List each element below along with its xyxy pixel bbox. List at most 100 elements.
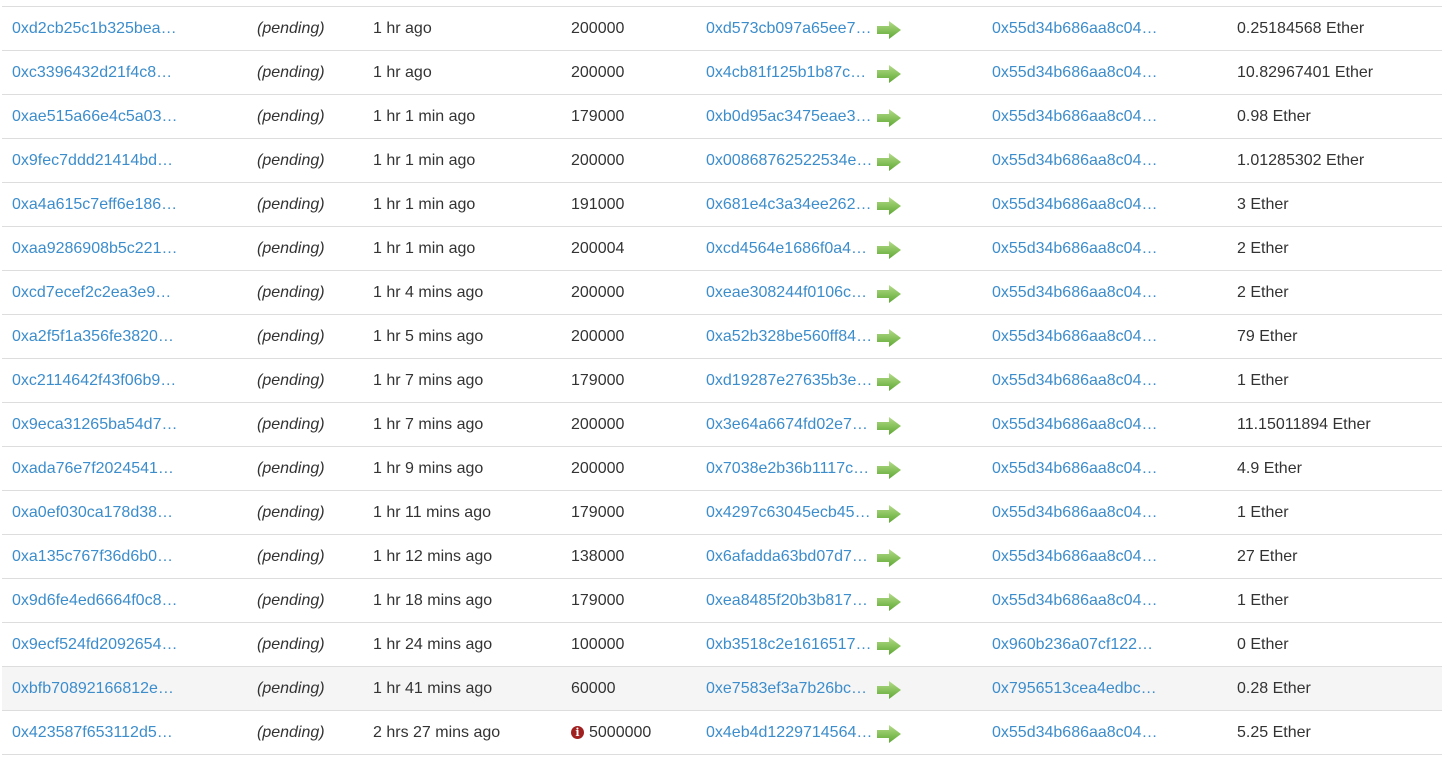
table-row: 0xbfb70892166812e… (pending) 1 hr 41 mins …: [2, 667, 1442, 711]
tx-hash-link[interactable]: 0xcd7ecef2c2ea3e9…: [12, 271, 171, 314]
tx-hash-link[interactable]: 0xa135c767f36d6b0…: [12, 535, 173, 578]
tx-age: 1 hr 12 mins ago: [373, 548, 493, 565]
tx-age: 1 hr 7 mins ago: [373, 372, 484, 389]
block-status: (pending): [257, 196, 325, 213]
gas-limit-cell: 200004: [571, 227, 624, 270]
to-address-link[interactable]: 0x55d34b686aa8c04…: [992, 535, 1157, 578]
from-address-link[interactable]: 0xa52b328be560ff84…: [706, 315, 872, 358]
to-address-link[interactable]: 0x55d34b686aa8c04…: [992, 139, 1157, 182]
arrow-right-icon: [876, 152, 902, 177]
from-address-link[interactable]: 0x6afadda63bd07d7…: [706, 535, 868, 578]
to-address-link[interactable]: 0x55d34b686aa8c04…: [992, 447, 1157, 490]
tx-hash-link[interactable]: 0xbfb70892166812e…: [12, 667, 174, 710]
to-address-link[interactable]: 0x55d34b686aa8c04…: [992, 359, 1157, 402]
to-address-link[interactable]: 0x55d34b686aa8c04…: [992, 7, 1157, 50]
to-address-link[interactable]: 0x55d34b686aa8c04…: [992, 51, 1157, 94]
tx-value: 4.9 Ether: [1237, 460, 1302, 477]
tx-value: 11.15011894 Ether: [1237, 416, 1371, 433]
tx-value: 1.01285302 Ether: [1237, 152, 1365, 169]
from-address-link[interactable]: 0x4297c63045ecb45…: [706, 491, 871, 534]
gas-limit: 179000: [571, 592, 625, 609]
table-row: 0xada76e7f2024541… (pending) 1 hr 9 mins a…: [2, 447, 1442, 491]
block-status: (pending): [257, 328, 325, 345]
table-row: 0xae515a66e4c5a03… (pending) 1 hr 1 min ag…: [2, 95, 1442, 139]
block-status: (pending): [257, 108, 325, 125]
arrow-right-icon: [876, 416, 902, 441]
tx-hash-link[interactable]: 0xc3396432d21f4c8…: [12, 51, 172, 94]
gas-limit: 200000: [571, 64, 625, 81]
arrow-right-icon: [876, 460, 902, 485]
to-address-link[interactable]: 0x55d34b686aa8c04…: [992, 579, 1157, 622]
tx-value: 0.98 Ether: [1237, 108, 1311, 125]
tx-hash-link[interactable]: 0xc2114642f43f06b9…: [12, 359, 176, 402]
from-address-link[interactable]: 0xd19287e27635b3e…: [706, 359, 872, 402]
gas-limit-cell: 138000: [571, 535, 624, 578]
warning-info-icon[interactable]: i: [571, 726, 584, 739]
from-address-link[interactable]: 0x4cb81f125b1b87c…: [706, 51, 866, 94]
table-row: 0xaa9286908b5c221… (pending) 1 hr 1 min ag…: [2, 227, 1442, 271]
tx-age: 1 hr ago: [373, 64, 432, 81]
tx-hash-link[interactable]: 0x9eca31265ba54d7…: [12, 403, 177, 446]
from-address-link[interactable]: 0x4eb4d1229714564…: [706, 711, 872, 754]
from-address-link[interactable]: 0x681e4c3a34ee262…: [706, 183, 871, 226]
to-address-link[interactable]: 0x55d34b686aa8c04…: [992, 271, 1157, 314]
tx-value: 1 Ether: [1237, 504, 1289, 521]
gas-limit: 200000: [571, 460, 625, 477]
tx-value: 1 Ether: [1237, 592, 1289, 609]
from-address-link[interactable]: 0x3e64a6674fd02e7…: [706, 403, 868, 446]
gas-limit-cell: 200000: [571, 51, 624, 94]
arrow-right-icon: [876, 724, 902, 749]
table-row: 0x423587f653112d5… (pending) 2 hrs 27 mins…: [2, 711, 1442, 755]
tx-hash-link[interactable]: 0x9d6fe4ed6664f0c8…: [12, 579, 177, 622]
block-status: (pending): [257, 20, 325, 37]
to-address-link[interactable]: 0x55d34b686aa8c04…: [992, 315, 1157, 358]
from-address-link[interactable]: 0xeae308244f0106c…: [706, 271, 867, 314]
from-address-link[interactable]: 0xd573cb097a65ee7…: [706, 7, 871, 50]
to-address-link[interactable]: 0x960b236a07cf122…: [992, 623, 1153, 666]
tx-age: 1 hr ago: [373, 20, 432, 37]
gas-limit: 179000: [571, 108, 625, 125]
arrow-right-icon: [876, 196, 902, 221]
table-row: 0xa2f5f1a356fe3820… (pending) 1 hr 5 mins …: [2, 315, 1442, 359]
tx-age: 1 hr 11 mins ago: [373, 504, 491, 521]
to-address-link[interactable]: 0x55d34b686aa8c04…: [992, 227, 1157, 270]
from-address-link[interactable]: 0xe7583ef3a7b26bc…: [706, 667, 867, 710]
tx-value: 5.25 Ether: [1237, 724, 1311, 741]
tx-hash-link[interactable]: 0x9ecf524fd2092654…: [12, 623, 177, 666]
from-address-link[interactable]: 0xea8485f20b3b817…: [706, 579, 868, 622]
block-status: (pending): [257, 372, 325, 389]
tx-hash-link[interactable]: 0xae515a66e4c5a03…: [12, 95, 177, 138]
from-address-link[interactable]: 0x00868762522534e…: [706, 139, 872, 182]
table-row: 0xc2114642f43f06b9… (pending) 1 hr 7 mins …: [2, 359, 1442, 403]
from-address-link[interactable]: 0x7038e2b36b1117c…: [706, 447, 869, 490]
tx-hash-link[interactable]: 0xd2cb25c1b325bea…: [12, 7, 177, 50]
tx-hash-link[interactable]: 0xa4a615c7eff6e186…: [12, 183, 177, 226]
to-address-link[interactable]: 0x55d34b686aa8c04…: [992, 491, 1157, 534]
from-address-link[interactable]: 0xb3518c2e1616517…: [706, 623, 871, 666]
to-address-link[interactable]: 0x55d34b686aa8c04…: [992, 403, 1157, 446]
gas-limit-cell: 200000: [571, 447, 624, 490]
to-address-link[interactable]: 0x55d34b686aa8c04…: [992, 183, 1157, 226]
tx-hash-link[interactable]: 0xada76e7f2024541…: [12, 447, 174, 490]
to-address-link[interactable]: 0x7956513cea4edbc…: [992, 667, 1157, 710]
tx-hash-link[interactable]: 0xaa9286908b5c221…: [12, 227, 177, 270]
block-status: (pending): [257, 724, 325, 741]
tx-age: 1 hr 5 mins ago: [373, 328, 484, 345]
tx-age: 1 hr 18 mins ago: [373, 592, 493, 609]
gas-limit: 179000: [571, 504, 625, 521]
gas-limit: 200000: [571, 152, 625, 169]
tx-hash-link[interactable]: 0x423587f653112d5…: [12, 711, 173, 754]
gas-limit-cell: 200000: [571, 271, 624, 314]
tx-hash-link[interactable]: 0x9fec7ddd21414bd…: [12, 139, 173, 182]
table-row: 0xa4a615c7eff6e186… (pending) 1 hr 1 min a…: [2, 183, 1442, 227]
from-address-link[interactable]: 0xb0d95ac3475eae3…: [706, 95, 871, 138]
to-address-link[interactable]: 0x55d34b686aa8c04…: [992, 711, 1157, 754]
tx-hash-link[interactable]: 0xa2f5f1a356fe3820…: [12, 315, 174, 358]
gas-limit: 100000: [571, 636, 625, 653]
arrow-right-icon: [876, 240, 902, 265]
block-status: (pending): [257, 592, 325, 609]
from-address-link[interactable]: 0xcd4564e1686f0a4…: [706, 227, 867, 270]
tx-age: 1 hr 9 mins ago: [373, 460, 484, 477]
tx-hash-link[interactable]: 0xa0ef030ca178d38…: [12, 491, 173, 534]
to-address-link[interactable]: 0x55d34b686aa8c04…: [992, 95, 1157, 138]
